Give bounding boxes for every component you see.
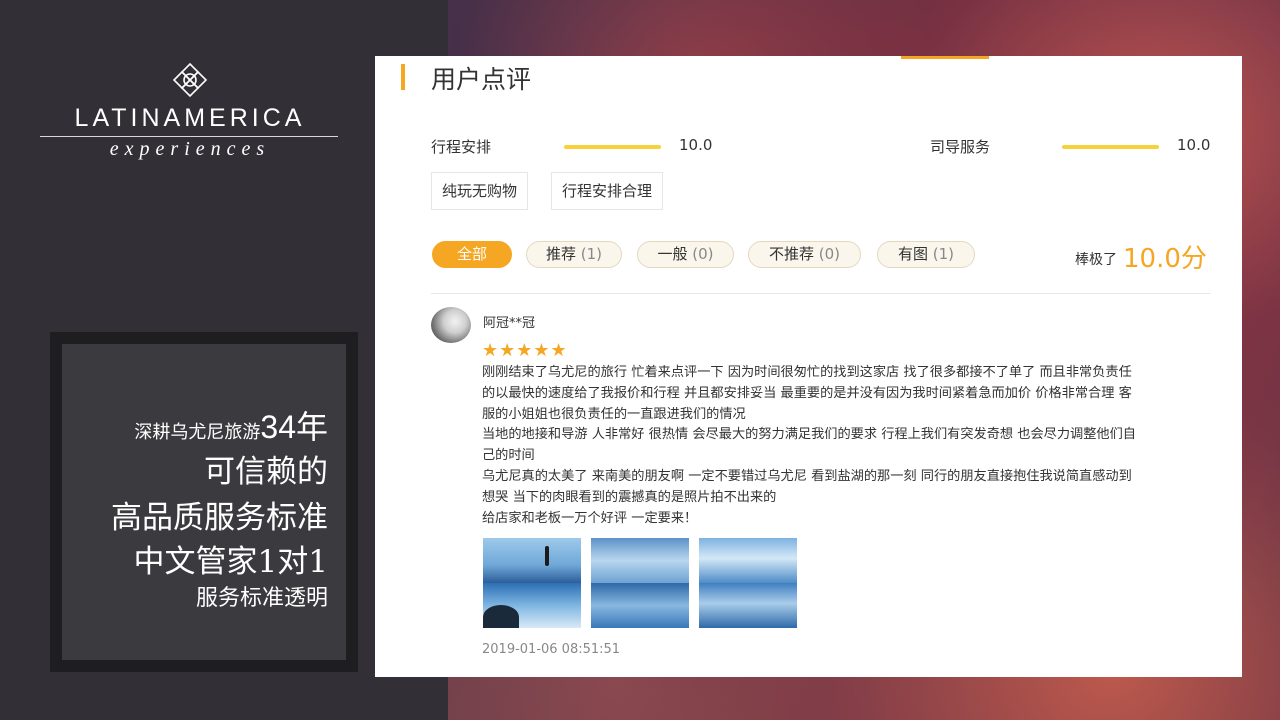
reviewer-username[interactable]: 阿冠**冠 — [483, 312, 535, 331]
slogan-line-4: 中文管家1对1 — [133, 544, 328, 580]
slogan-line-2: 可信赖的 — [204, 454, 328, 490]
filter-with-photos[interactable]: 有图 (1) — [877, 241, 975, 268]
review-photo-2[interactable] — [591, 538, 689, 628]
section-title: 用户点评 — [431, 65, 532, 94]
rating-label-itinerary: 行程安排 — [431, 138, 492, 156]
section-divider — [431, 293, 1211, 294]
active-tab-indicator — [901, 56, 989, 59]
review-photo-3[interactable] — [699, 538, 797, 628]
user-reviews-panel: 用户点评 行程安排 10.0 司导服务 10.0 纯玩无购物 行程安排合理 全部… — [375, 56, 1242, 677]
avatar[interactable] — [431, 307, 471, 343]
review-text: 刚刚结束了乌尤尼的旅行 忙着来点评一下 因为时间很匆忙的找到这家店 找了很多都接… — [482, 365, 1136, 526]
review-photo-1[interactable] — [483, 538, 581, 628]
filter-all[interactable]: 全部 — [432, 241, 512, 268]
brand-divider — [40, 136, 338, 137]
slogan-line-5: 服务标准透明 — [195, 586, 328, 611]
slogan-line-3: 高品质服务标准 — [111, 500, 328, 536]
tag-no-shopping[interactable]: 纯玩无购物 — [431, 172, 529, 210]
overall-score-label: 棒极了 — [1075, 252, 1117, 268]
title-accent-bar — [401, 64, 405, 90]
overall-score-value: 10.0分 — [1123, 244, 1207, 274]
five-star-rating-icon: ★★★★★ — [482, 340, 568, 361]
brand-knot-icon — [172, 62, 208, 98]
filter-average[interactable]: 一般 (0) — [637, 241, 734, 268]
brand-tagline: experiences — [109, 138, 271, 160]
filter-not-recommend[interactable]: 不推荐 (0) — [748, 241, 861, 268]
filter-recommend[interactable]: 推荐 (1) — [526, 241, 622, 268]
rating-value-guide: 10.0 — [1177, 136, 1211, 154]
rating-value-itinerary: 10.0 — [679, 136, 713, 154]
slogan-line-1: 深耕乌尤尼旅游34年 — [134, 409, 328, 445]
rating-bar-guide — [1062, 145, 1159, 149]
brand-name: LATINAMERICA — [74, 104, 306, 132]
rating-bar-itinerary — [564, 145, 661, 149]
review-timestamp: 2019-01-06 08:51:51 — [482, 642, 621, 657]
tag-reasonable-itinerary[interactable]: 行程安排合理 — [551, 172, 664, 210]
rating-label-guide: 司导服务 — [930, 138, 991, 156]
